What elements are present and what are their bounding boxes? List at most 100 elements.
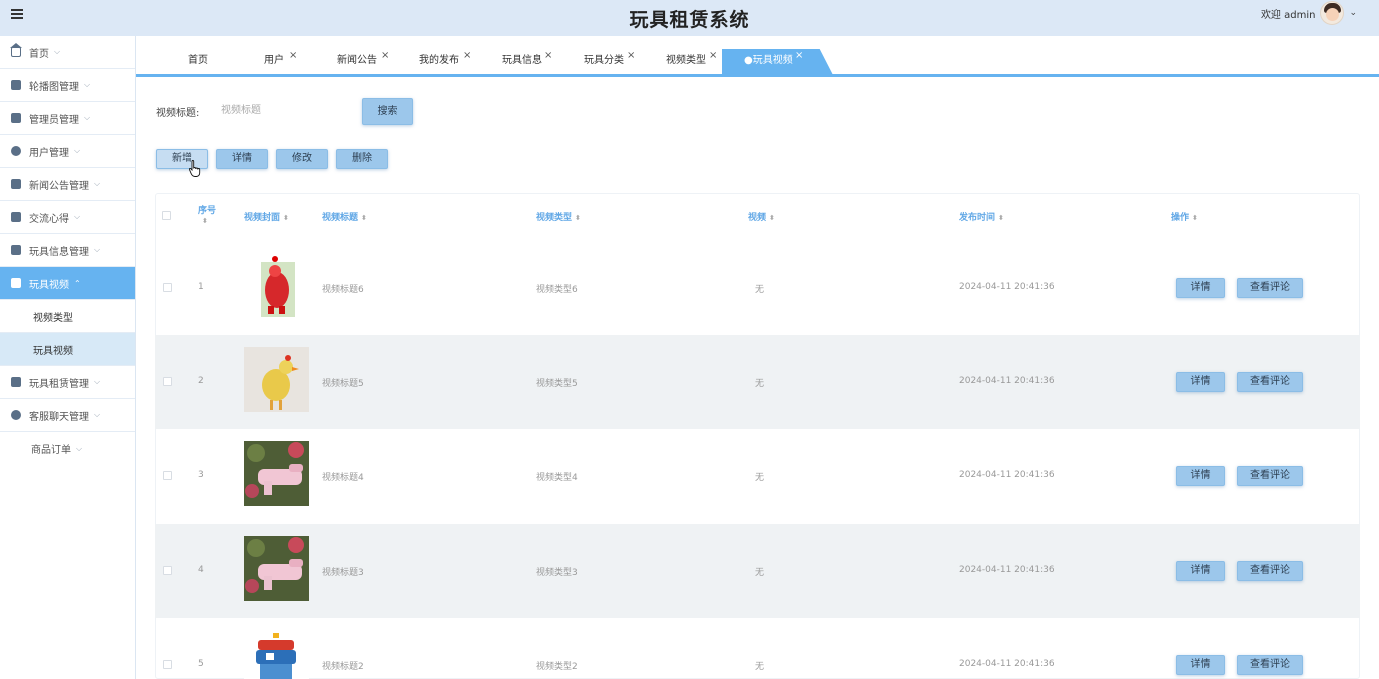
- row-detail-button[interactable]: 详情: [1176, 561, 1225, 581]
- tab-news[interactable]: 新闻公告 ×: [337, 49, 389, 75]
- sidebar-item-rental[interactable]: 玩具租赁管理 ⌵: [0, 366, 135, 399]
- video-cover-image[interactable]: [244, 441, 309, 506]
- tab-users[interactable]: 用户 ×: [264, 49, 297, 75]
- chevron-down-icon: ⌵: [94, 179, 101, 188]
- column-actions[interactable]: 操作 ⬍: [1171, 210, 1198, 223]
- top-header: 玩具租赁系统 欢迎 admin ⌄: [0, 0, 1379, 36]
- row-checkbox[interactable]: [163, 377, 172, 386]
- video-cover-image[interactable]: [244, 630, 309, 679]
- row-publish-time: 2024-04-11 20:41:36: [959, 470, 1055, 480]
- sidebar-item-home[interactable]: 首页 ⌵: [0, 36, 135, 69]
- row-detail-button[interactable]: 详情: [1176, 372, 1225, 392]
- sidebar-item-orders[interactable]: 商品订单 ⌵: [0, 432, 135, 465]
- row-type: 视频类型5: [536, 379, 578, 389]
- video-cover-image[interactable]: [244, 252, 309, 317]
- row-comments-button[interactable]: 查看评论: [1237, 372, 1303, 392]
- tab-label: 首页: [188, 55, 208, 66]
- table-row[interactable]: 3 视频标题4 视频类型4 无 2024-04-11 20:41:36 详情 查…: [155, 429, 1360, 523]
- sidebar-item-chat[interactable]: 客服聊天管理 ⌵: [0, 399, 135, 432]
- video-cover-image[interactable]: [244, 536, 309, 601]
- grid-icon: [11, 278, 21, 288]
- sort-icon[interactable]: ⬍: [998, 214, 1004, 222]
- tab-bar: 首页 用户 × 新闻公告 × 我的发布 × 玩具信息 × 玩具分类 × 视频类型 × ●玩具…: [136, 49, 1379, 76]
- chat-icon: [11, 410, 21, 420]
- delete-button[interactable]: 删除: [336, 149, 388, 169]
- row-comments-button[interactable]: 查看评论: [1237, 278, 1303, 298]
- row-comments-button[interactable]: 查看评论: [1237, 466, 1303, 486]
- column-publish-time[interactable]: 发布时间 ⬍: [959, 210, 1004, 223]
- column-index[interactable]: 序号 ⬍: [198, 203, 216, 226]
- row-detail-button[interactable]: 详情: [1176, 278, 1225, 298]
- sort-icon[interactable]: ⬍: [1192, 214, 1198, 222]
- sidebar-item-toy-video[interactable]: 玩具视频 ⌃: [0, 267, 135, 300]
- row-index: 4: [198, 565, 204, 575]
- row-title: 视频标题4: [322, 473, 364, 483]
- row-detail-button[interactable]: 详情: [1176, 466, 1225, 486]
- sidebar-item-toy-info[interactable]: 玩具信息管理 ⌵: [0, 234, 135, 267]
- tab-toy-info[interactable]: 玩具信息 ×: [502, 49, 552, 75]
- row-checkbox[interactable]: [163, 283, 172, 292]
- column-cover[interactable]: 视频封面 ⬍: [244, 210, 289, 223]
- table-row[interactable]: 5 视频标题2 视频类型2 无 2024-04-11 20:41:36 详情 查…: [155, 618, 1360, 679]
- table-row[interactable]: 1 视频标题6 视频类型6 无 2024-04-11 20:41:36 详情 查…: [155, 241, 1360, 335]
- tab-label: 视频类型: [666, 55, 706, 66]
- close-icon[interactable]: ×: [795, 49, 803, 68]
- sidebar-item-exchange[interactable]: 交流心得 ⌵: [0, 201, 135, 234]
- chevron-up-icon: ⌃: [74, 278, 81, 288]
- tab-video-type[interactable]: 视频类型 ×: [666, 49, 717, 75]
- tab-my-posts[interactable]: 我的发布 ×: [419, 49, 471, 75]
- tab-label: 新闻公告: [337, 55, 377, 66]
- row-checkbox[interactable]: [163, 471, 172, 480]
- row-index: 5: [198, 659, 204, 669]
- row-comments-button[interactable]: 查看评论: [1237, 561, 1303, 581]
- video-cover-image[interactable]: [244, 347, 309, 412]
- user-menu[interactable]: 欢迎 admin ⌄: [1261, 1, 1357, 25]
- edit-button[interactable]: 修改: [276, 149, 328, 169]
- chevron-down-icon: ⌵: [94, 410, 101, 419]
- table-row[interactable]: 2 视频标题5 视频类型5 无 2024-04-11 20:41:36 详情 查…: [155, 335, 1360, 429]
- sidebar-item-label: 管理员管理: [29, 114, 79, 126]
- column-type[interactable]: 视频类型 ⬍: [536, 210, 581, 223]
- sidebar-item-users[interactable]: 用户管理 ⌵: [0, 135, 135, 168]
- sidebar-item-admin[interactable]: 管理员管理 ⌵: [0, 102, 135, 135]
- select-all-checkbox[interactable]: [162, 211, 171, 220]
- close-icon[interactable]: ×: [627, 44, 635, 68]
- sidebar-item-carousel[interactable]: 轮播图管理 ⌵: [0, 69, 135, 102]
- sort-icon[interactable]: ⬍: [283, 214, 289, 222]
- sort-icon[interactable]: ⬍: [202, 217, 208, 225]
- tab-toy-category[interactable]: 玩具分类 ×: [584, 49, 635, 75]
- detail-button[interactable]: 详情: [216, 149, 268, 169]
- search-input[interactable]: [214, 99, 344, 121]
- close-icon[interactable]: ×: [381, 44, 389, 68]
- column-title[interactable]: 视频标题 ⬍: [322, 210, 367, 223]
- sidebar-subitem-toy-video[interactable]: 玩具视频: [0, 333, 135, 366]
- tab-home[interactable]: 首页: [188, 49, 208, 75]
- column-label: 视频: [748, 213, 767, 223]
- search-button[interactable]: 搜索: [362, 98, 413, 125]
- row-checkbox[interactable]: [163, 660, 172, 669]
- row-publish-time: 2024-04-11 20:41:36: [959, 282, 1055, 292]
- sort-icon[interactable]: ⬍: [361, 214, 367, 222]
- close-icon[interactable]: ×: [289, 44, 297, 68]
- chevron-down-icon[interactable]: ⌄: [1349, 8, 1357, 18]
- sidebar-subitem-video-type[interactable]: 视频类型: [0, 300, 135, 333]
- sort-icon[interactable]: ⬍: [769, 214, 775, 222]
- row-title: 视频标题5: [322, 379, 364, 389]
- column-video[interactable]: 视频 ⬍: [748, 210, 775, 223]
- row-detail-button[interactable]: 详情: [1176, 655, 1225, 675]
- table-row[interactable]: 4 视频标题3 视频类型3 无 2024-04-11 20:41:36 详情 查…: [155, 524, 1360, 618]
- sidebar-item-label: 商品订单: [31, 445, 71, 456]
- sidebar-item-label: 客服聊天管理: [29, 411, 89, 423]
- tab-toy-video[interactable]: ●玩具视频 ×: [722, 49, 833, 75]
- close-icon[interactable]: ×: [544, 44, 552, 68]
- sort-icon[interactable]: ⬍: [575, 214, 581, 222]
- sidebar-item-news[interactable]: 新闻公告管理 ⌵: [0, 168, 135, 201]
- chevron-down-icon: ⌵: [94, 377, 101, 386]
- close-icon[interactable]: ×: [709, 44, 717, 68]
- row-comments-button[interactable]: 查看评论: [1237, 655, 1303, 675]
- welcome-text: 欢迎 admin: [1260, 9, 1316, 21]
- avatar[interactable]: [1320, 1, 1345, 25]
- row-checkbox[interactable]: [163, 566, 172, 575]
- close-icon[interactable]: ×: [463, 44, 471, 68]
- column-label: 视频类型: [536, 213, 573, 223]
